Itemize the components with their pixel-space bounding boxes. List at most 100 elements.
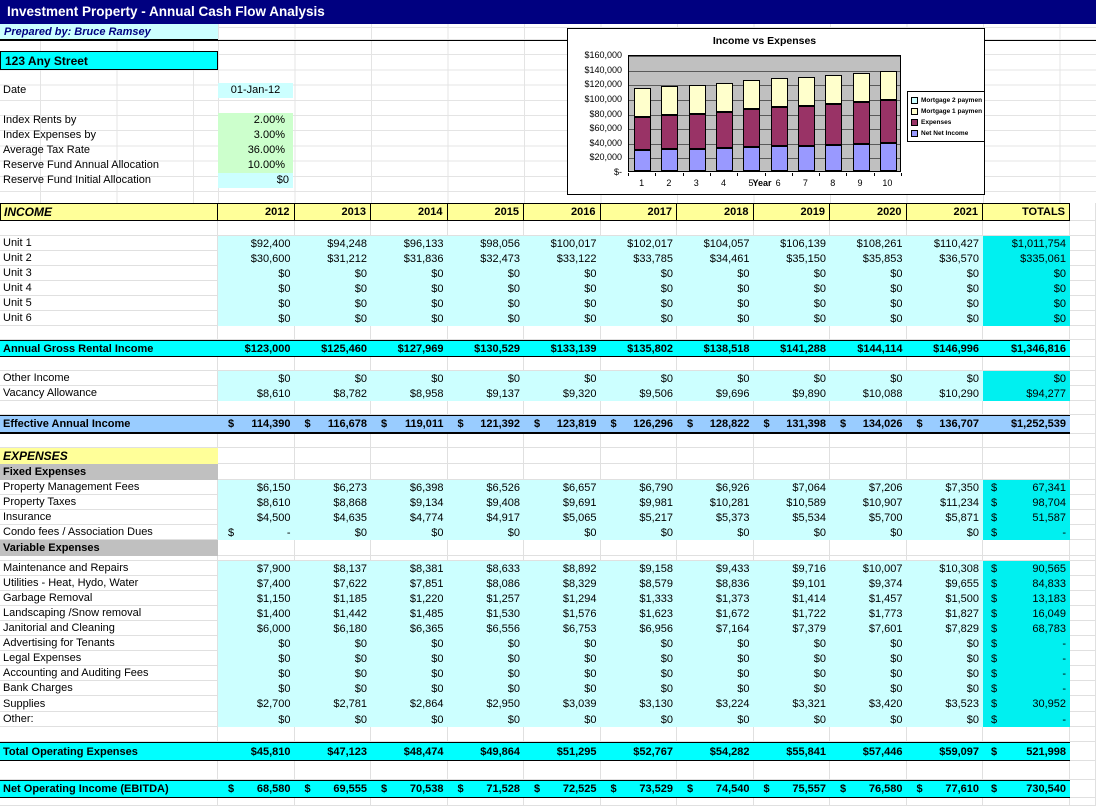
empty-cell[interactable] [295, 727, 372, 742]
empty-cell[interactable] [371, 401, 448, 415]
row-label[interactable]: Total Operating Expenses [0, 742, 218, 761]
empty-cell[interactable] [448, 540, 525, 556]
empty-cell[interactable] [830, 464, 907, 480]
edge-cell[interactable] [1070, 296, 1096, 311]
empty-cell[interactable] [295, 798, 372, 806]
empty-cell[interactable] [754, 540, 831, 556]
cell[interactable]: $123,000 [218, 340, 295, 357]
row-label[interactable]: Unit 6 [0, 311, 218, 326]
cell[interactable]: $9,137 [448, 386, 525, 401]
row-label[interactable]: Utilities - Heat, Hydo, Water [0, 576, 218, 591]
total-cell[interactable]: $0 [983, 266, 1070, 281]
empty-cell[interactable] [371, 540, 448, 556]
cell[interactable]: $10,281 [677, 495, 754, 510]
total-cell[interactable]: $30,952 [983, 696, 1070, 712]
empty-cell[interactable] [295, 448, 372, 464]
cell[interactable]: $1,442 [295, 606, 372, 621]
cell[interactable]: $125,460 [295, 340, 372, 357]
row-label[interactable]: Landscaping /Snow removal [0, 606, 218, 621]
edge-cell[interactable] [1070, 357, 1096, 371]
empty-cell[interactable] [677, 357, 754, 371]
cell[interactable]: $6,657 [524, 480, 601, 495]
empty-cell[interactable] [907, 357, 984, 371]
cell[interactable]: $0 [448, 311, 525, 326]
cell[interactable]: $121,392 [448, 415, 525, 434]
empty-cell[interactable] [218, 221, 295, 236]
row-label[interactable]: Insurance [0, 510, 218, 525]
cell[interactable]: $0 [524, 281, 601, 296]
cell[interactable]: $9,981 [601, 495, 678, 510]
cell[interactable]: $8,610 [218, 386, 295, 401]
cell[interactable]: $0 [448, 266, 525, 281]
cell[interactable]: $0 [601, 296, 678, 311]
cell[interactable]: $0 [218, 296, 295, 311]
empty-cell[interactable] [601, 727, 678, 742]
edge-cell[interactable] [1070, 251, 1096, 266]
empty-cell[interactable] [295, 761, 372, 780]
edge-cell[interactable] [1070, 540, 1096, 556]
cell[interactable]: $98,056 [448, 236, 525, 251]
empty-cell[interactable] [448, 464, 525, 480]
cell[interactable]: $0 [601, 311, 678, 326]
row-label[interactable]: Annual Gross Rental Income [0, 340, 218, 357]
empty-cell[interactable] [677, 464, 754, 480]
cell[interactable]: $1,530 [448, 606, 525, 621]
row-label[interactable]: Property Taxes [0, 495, 218, 510]
empty-cell[interactable] [677, 798, 754, 806]
cell[interactable]: $110,427 [907, 236, 984, 251]
cell[interactable]: $123,819 [524, 415, 601, 434]
empty-cell[interactable] [218, 326, 295, 340]
edge-cell[interactable] [1070, 561, 1096, 576]
cell[interactable]: $8,633 [448, 561, 525, 576]
empty-cell[interactable] [295, 357, 372, 371]
total-cell[interactable]: $0 [983, 281, 1070, 296]
cell[interactable]: $1,333 [601, 591, 678, 606]
cell[interactable]: $114,390 [218, 415, 295, 434]
empty-cell[interactable] [677, 761, 754, 780]
cell[interactable]: $6,956 [601, 621, 678, 636]
cell[interactable]: $9,655 [907, 576, 984, 591]
empty-cell[interactable] [830, 727, 907, 742]
cell[interactable]: $0 [677, 651, 754, 666]
cell[interactable]: $0 [907, 712, 984, 727]
row-label[interactable]: Garbage Removal [0, 591, 218, 606]
cell[interactable]: $0 [371, 681, 448, 696]
cell[interactable]: $5,217 [601, 510, 678, 525]
cell[interactable]: $131,398 [754, 415, 831, 434]
row-label[interactable]: Unit 4 [0, 281, 218, 296]
cell[interactable]: $0 [601, 712, 678, 727]
total-cell[interactable]: $98,704 [983, 495, 1070, 510]
cell[interactable]: $33,785 [601, 251, 678, 266]
cell[interactable]: $0 [907, 525, 984, 540]
empty-cell[interactable] [448, 434, 525, 448]
row-label[interactable]: Vacancy Allowance [0, 386, 218, 401]
cell[interactable]: $3,523 [907, 696, 984, 712]
cell[interactable]: $0 [677, 371, 754, 386]
cell[interactable]: $126,296 [601, 415, 678, 434]
cell[interactable]: $0 [754, 371, 831, 386]
empty-cell[interactable] [371, 727, 448, 742]
empty-cell[interactable] [754, 448, 831, 464]
cell[interactable]: $4,500 [218, 510, 295, 525]
cell[interactable]: $0 [830, 525, 907, 540]
cell[interactable]: $72,525 [524, 780, 601, 798]
empty-cell[interactable] [218, 798, 295, 806]
cell[interactable]: $0 [754, 636, 831, 651]
cell[interactable]: $94,248 [295, 236, 372, 251]
cell[interactable]: $0 [371, 311, 448, 326]
cell[interactable]: $69,555 [295, 780, 372, 798]
cell[interactable]: $48,474 [371, 742, 448, 761]
year-header[interactable]: 2015 [448, 203, 525, 221]
cell[interactable]: $0 [677, 525, 754, 540]
cell[interactable]: $0 [448, 681, 525, 696]
empty-cell[interactable] [295, 434, 372, 448]
cell[interactable]: $0 [601, 281, 678, 296]
row-label[interactable]: Accounting and Auditing Fees [0, 666, 218, 681]
edge-cell[interactable] [1070, 510, 1096, 525]
edge-cell[interactable] [1070, 203, 1096, 221]
cell[interactable]: $5,065 [524, 510, 601, 525]
cell[interactable]: $6,150 [218, 480, 295, 495]
cell[interactable]: $6,753 [524, 621, 601, 636]
cell[interactable]: $49,864 [448, 742, 525, 761]
empty-cell[interactable] [371, 357, 448, 371]
